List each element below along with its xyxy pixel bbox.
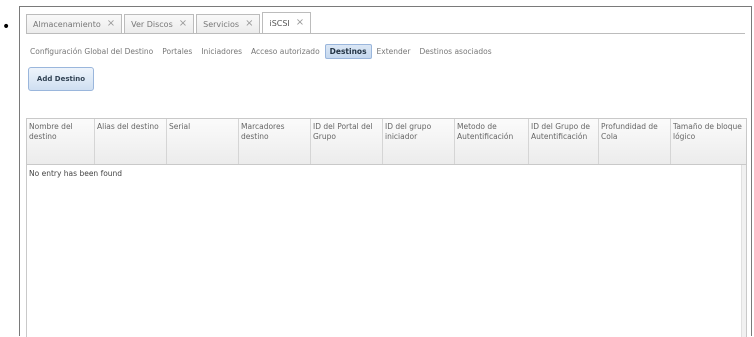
tab-almacenamiento[interactable]: Almacenamiento ×: [26, 14, 123, 34]
list-bullet: •: [2, 19, 11, 35]
tab-divider: [26, 33, 745, 34]
subnav-portales[interactable]: Portales: [158, 45, 196, 58]
tab-ver-discos[interactable]: Ver Discos ×: [124, 14, 195, 34]
close-icon[interactable]: ×: [296, 18, 304, 28]
app-window: Almacenamiento × Ver Discos × Servicios …: [19, 6, 752, 337]
subnav-config-global[interactable]: Configuración Global del Destino: [26, 45, 157, 58]
close-icon[interactable]: ×: [179, 19, 187, 29]
subnav-destinos[interactable]: Destinos: [324, 43, 372, 59]
tab-label: Servicios: [203, 19, 240, 29]
destinos-table: Nombre del destino Alias del destino Ser…: [26, 118, 747, 337]
table-header: Nombre del destino Alias del destino Ser…: [27, 119, 746, 165]
tab-label: Ver Discos: [131, 19, 173, 29]
column-header[interactable]: Marcadores destino: [239, 119, 311, 164]
tab-servicios[interactable]: Servicios ×: [196, 14, 261, 34]
tab-label: Almacenamiento: [33, 19, 101, 29]
column-header[interactable]: Nombre del destino: [27, 119, 95, 164]
vertical-scrollbar[interactable]: [741, 165, 746, 337]
subnav-acceso-autorizado[interactable]: Acceso autorizado: [247, 45, 324, 58]
column-header[interactable]: ID del grupo iniciador: [383, 119, 455, 164]
column-header[interactable]: Serial: [167, 119, 239, 164]
tab-iscsi[interactable]: iSCSI ×: [262, 12, 312, 34]
subnav-iniciadores[interactable]: Iniciadores: [197, 45, 246, 58]
close-icon[interactable]: ×: [107, 19, 115, 29]
subnav-destinos-asociados[interactable]: Destinos asociados: [416, 45, 496, 58]
column-header[interactable]: Profundidad de Cola: [599, 119, 671, 164]
tab-bar: Almacenamiento × Ver Discos × Servicios …: [26, 12, 313, 34]
empty-state-message: No entry has been found: [29, 169, 123, 178]
add-destino-button[interactable]: Add Destino: [28, 67, 94, 91]
column-header[interactable]: Alias del destino: [95, 119, 167, 164]
subnav-extender[interactable]: Extender: [373, 45, 415, 58]
close-icon[interactable]: ×: [245, 19, 253, 29]
tab-label: iSCSI: [269, 18, 290, 28]
column-header[interactable]: ID del Portal del Grupo: [311, 119, 383, 164]
column-header[interactable]: Tamaño de bloque lógico: [671, 119, 746, 164]
column-header[interactable]: ID del Grupo de Autentificación: [529, 119, 599, 164]
column-header[interactable]: Metodo de Autentificación: [455, 119, 529, 164]
sub-navigation: Configuración Global del Destino Portale…: [26, 43, 497, 59]
